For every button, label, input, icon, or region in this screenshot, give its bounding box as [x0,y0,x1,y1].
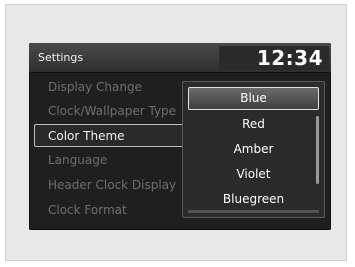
menu-item-display-change[interactable]: Display Change [34,76,194,99]
color-theme-popup: Blue Red Amber Violet Bluegreen [182,81,325,218]
menu-item-language[interactable]: Language [34,149,194,172]
option-violet[interactable]: Violet [188,163,319,186]
popup-scrollbar[interactable] [316,116,319,184]
menu-item-clock-format[interactable]: Clock Format [34,199,194,222]
header-bar: Settings 12:34 [29,43,331,73]
option-bluegreen[interactable]: Bluegreen [188,188,319,211]
settings-screen: Settings 12:34 Display Change Clock/Wall… [29,43,331,230]
clock-time: 12:34 [256,46,323,70]
popup-bottom-edge [188,210,319,213]
option-amber[interactable]: Amber [188,138,319,161]
option-red[interactable]: Red [188,113,319,136]
menu-item-clock-wallpaper-type[interactable]: Clock/Wallpaper Type [34,100,194,123]
clock-area: 12:34 [219,46,329,70]
page-title: Settings [38,51,84,64]
menu-item-header-clock-display[interactable]: Header Clock Display [34,174,194,197]
option-blue[interactable]: Blue [188,87,319,110]
